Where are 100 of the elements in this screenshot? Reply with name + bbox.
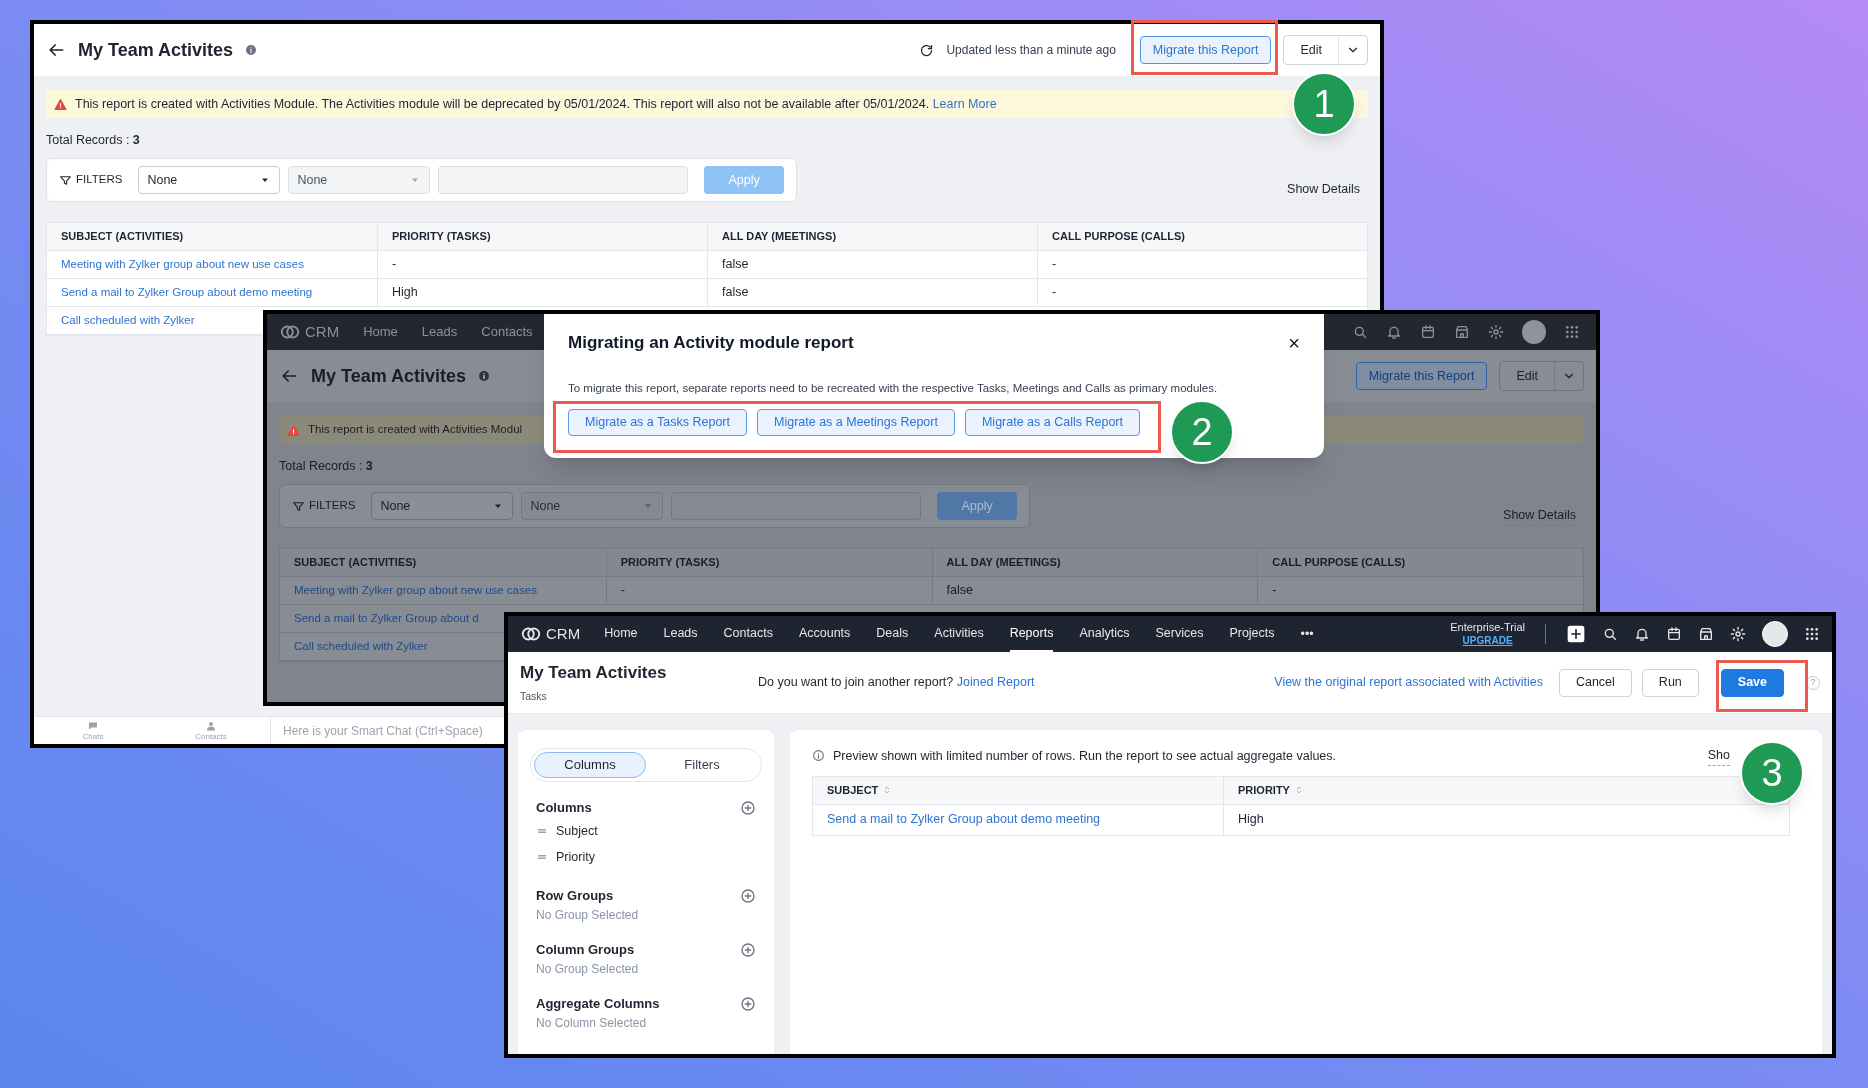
migrate-option-button[interactable]: Migrate as a Tasks Report	[568, 408, 747, 436]
edit-split-button[interactable]: Edit	[1499, 361, 1584, 391]
chat-bar-tab[interactable]: Contacts	[195, 732, 227, 741]
empty-state-text: No Column Selected	[536, 1015, 648, 1032]
section-heading: Columns	[536, 799, 592, 818]
column-header: ALL DAY (MEETINGS)	[707, 223, 1037, 250]
filters-label: FILTERS	[76, 172, 123, 188]
column-header: CALL PURPOSE (CALLS)	[1257, 549, 1583, 576]
nav-tab[interactable]: Contacts	[723, 616, 773, 652]
nav-tab[interactable]: Deals	[876, 616, 909, 652]
nav-tab[interactable]: Services	[1155, 616, 1204, 652]
store-icon[interactable]	[1698, 626, 1714, 642]
nav-link[interactable]: Contacts	[481, 322, 533, 342]
activity-link[interactable]: Call scheduled with Zylker	[61, 311, 195, 330]
migrate-report-button[interactable]: Migrate this Report	[1355, 362, 1488, 390]
edit-split-button[interactable]: Edit	[1283, 35, 1368, 65]
activity-link[interactable]: Send a mail to Zylker Group about d	[294, 609, 479, 628]
column-header: ALL DAY (MEETINGS)	[931, 549, 1258, 576]
filter-dropdown[interactable]: None	[138, 166, 281, 194]
smart-chat-field[interactable]: Here is your Smart Chat (Ctrl+Space)	[283, 721, 483, 740]
sidebar-tab[interactable]: Columns	[534, 752, 646, 778]
table-cell-text: -	[620, 582, 625, 600]
filters-label: FILTERS	[309, 498, 356, 514]
action-button[interactable]: Cancel	[1558, 668, 1632, 697]
refresh-icon[interactable]	[919, 42, 935, 58]
column-header: PRIORITY (TASKS)	[605, 549, 932, 576]
section-heading: Row Groups	[536, 887, 614, 906]
action-button[interactable]: Run	[1641, 668, 1699, 697]
table-cell-text: -	[392, 256, 397, 274]
add-icon[interactable]	[1566, 624, 1586, 644]
report-title: My Team Activites	[78, 38, 234, 62]
warning-message: This report is created with Activities Modul	[308, 422, 523, 438]
column-header: SUBJECT (ACTIVITIES)	[60, 229, 185, 245]
add-circle-icon[interactable]	[740, 996, 756, 1012]
add-circle-icon[interactable]	[740, 888, 756, 904]
upgrade-link[interactable]: UPGRADE	[1462, 634, 1513, 647]
table-cell-text: -	[1052, 256, 1057, 274]
more-menu[interactable]: •••	[1300, 616, 1314, 652]
nav-tab[interactable]: Leads	[663, 616, 698, 652]
filter-icon[interactable]	[59, 173, 72, 187]
filter-dropdown: None	[521, 492, 664, 520]
preview-notice: Preview shown with limited number of rows. Run the report to see actual aggregate values.	[833, 747, 1337, 765]
nav-tab[interactable]: Accounts	[798, 616, 851, 652]
dialog-message: To migrate this report, separate reports need to be recreated with the respective Tasks, Meetings and Calls as primary modules.	[568, 380, 1219, 396]
table-cell-text: -	[1052, 284, 1057, 302]
nav-link[interactable]: Home	[363, 322, 398, 342]
report-title: My Team Activites	[311, 364, 467, 388]
column-header: SUBJECT (ACTIVITIES)	[293, 555, 418, 571]
activity-link[interactable]: Meeting with Zylker group about new use cases	[61, 255, 304, 274]
column-header: PRIORITY (TASKS)	[377, 223, 707, 250]
bell-icon[interactable]	[1634, 626, 1650, 642]
show-details-link[interactable]: Show Details	[1287, 180, 1360, 200]
add-circle-icon[interactable]	[740, 942, 756, 958]
nav-tab[interactable]: Activities	[934, 616, 984, 652]
action-button[interactable]: Save	[1720, 668, 1784, 697]
activity-link[interactable]: Call scheduled with Zylker	[294, 637, 428, 656]
nav-tab[interactable]: Home	[604, 616, 638, 652]
sidebar-tab[interactable]: Filters	[646, 752, 758, 778]
migrate-report-button[interactable]: Migrate this Report	[1139, 36, 1272, 64]
table-cell-text: false	[946, 582, 973, 600]
record-link[interactable]: Send a mail to Zylker Group about demo meeting	[813, 804, 1223, 835]
close-button[interactable]: ×	[1288, 332, 1300, 353]
show-details-link[interactable]: Show Details	[1503, 506, 1576, 526]
column-header: SUBJECT	[827, 783, 879, 798]
table-cell-text: false	[722, 284, 749, 302]
report-module: Tasks	[520, 689, 548, 705]
show-details-link[interactable]: Sho	[1707, 746, 1730, 766]
edit-label[interactable]: Edit	[1284, 36, 1339, 64]
joined-report-link[interactable]: Joined Report	[956, 675, 1035, 690]
filter-dropdown[interactable]: None	[371, 492, 514, 520]
nav-link[interactable]: Leads	[421, 322, 458, 342]
add-circle-icon[interactable]	[740, 800, 756, 816]
report-title: My Team Activites	[520, 661, 668, 684]
table-cell-text: false	[722, 256, 749, 274]
total-records: Total Records : 3	[46, 131, 141, 149]
learn-more-link[interactable]: Learn More	[932, 96, 997, 111]
migrate-option-button[interactable]: Migrate as a Meetings Report	[757, 408, 955, 436]
activity-link[interactable]: Send a mail to Zylker Group about demo meeting	[61, 283, 313, 302]
calendar-icon[interactable]	[1666, 626, 1682, 642]
warning-icon	[287, 423, 300, 437]
edit-label[interactable]: Edit	[1500, 362, 1555, 390]
logo-text: CRM	[546, 623, 581, 644]
avatar[interactable]	[1762, 621, 1788, 647]
info-icon	[478, 370, 491, 382]
dialog-title: Migrating an Activity module report	[568, 332, 854, 354]
chat-bar-tab[interactable]: Chats	[82, 732, 104, 741]
empty-state-text: No Group Selected	[536, 907, 640, 924]
section-heading: Aggregate Columns	[536, 995, 660, 1014]
nav-tab[interactable]: Analytics	[1079, 616, 1130, 652]
migrate-option-button[interactable]: Migrate as a Calls Report	[964, 408, 1140, 436]
join-report-prompt: Do you want to join another report? Joined Report	[758, 674, 1035, 692]
column-item[interactable]: Priority	[556, 847, 595, 867]
nav-tab[interactable]: Projects	[1229, 616, 1275, 652]
activity-link[interactable]: Meeting with Zylker group about new use cases	[294, 581, 537, 600]
section-heading: Column Groups	[536, 941, 635, 960]
search-icon[interactable]	[1602, 626, 1618, 642]
column-header: CALL PURPOSE (CALLS)	[1037, 223, 1367, 250]
original-report-link[interactable]: View the original report associated with Activities	[1274, 673, 1543, 692]
apps-grid-icon[interactable]	[1804, 626, 1820, 642]
column-item[interactable]: Subject	[556, 821, 598, 841]
